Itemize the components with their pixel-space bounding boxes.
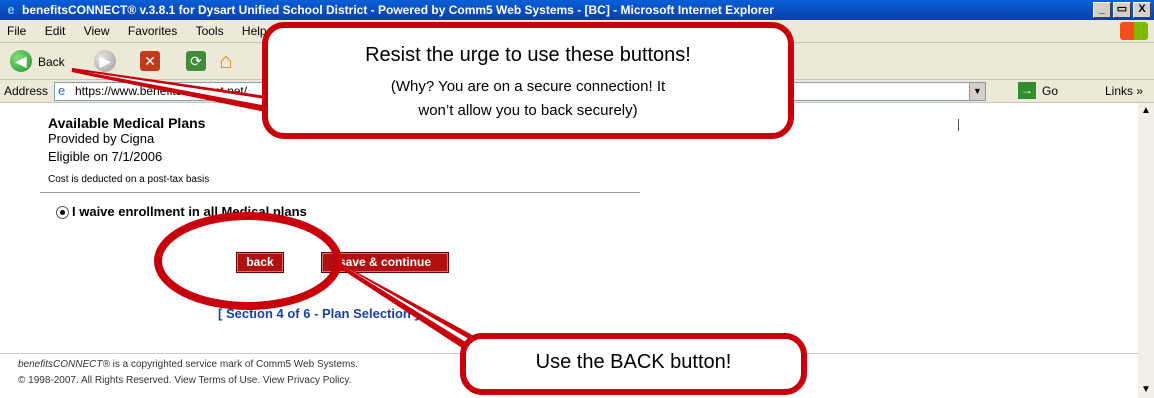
minimize-button[interactable]: _ bbox=[1093, 2, 1111, 18]
links-button[interactable]: Links » bbox=[1105, 84, 1143, 98]
waive-label[interactable]: I waive enrollment in all Medical plans bbox=[72, 204, 307, 219]
window-controls: _ ▭ X bbox=[1093, 2, 1151, 18]
stop-icon[interactable]: ✕ bbox=[140, 51, 160, 71]
go-button[interactable]: Go bbox=[1042, 84, 1058, 98]
window-titlebar: e benefitsCONNECT® v.3.8.1 for Dysart Un… bbox=[0, 0, 1154, 20]
waive-radio[interactable] bbox=[56, 206, 69, 219]
page-favicon-icon: e bbox=[58, 83, 66, 98]
maximize-button[interactable]: ▭ bbox=[1113, 2, 1131, 18]
top-callout-subtext-1: (Why? You are on a secure connection! It bbox=[390, 78, 666, 95]
back-button[interactable]: back bbox=[236, 252, 284, 273]
browser-back-button[interactable]: Back bbox=[38, 55, 65, 69]
cost-note: Cost is deducted on a post-tax basis bbox=[48, 174, 210, 185]
plans-heading: Available Medical Plans bbox=[48, 115, 206, 131]
top-callout: Resist the urge to use these buttons! (W… bbox=[262, 22, 794, 139]
close-button[interactable]: X bbox=[1133, 2, 1151, 18]
menu-tools[interactable]: Tools bbox=[189, 20, 232, 38]
top-callout-main-text: Resist the urge to use these buttons! bbox=[365, 44, 691, 66]
section-divider bbox=[40, 192, 640, 193]
divider bbox=[958, 119, 959, 131]
window-title: benefitsCONNECT® v.3.8.1 for Dysart Unif… bbox=[22, 3, 774, 17]
menu-favorites[interactable]: Favorites bbox=[121, 20, 185, 38]
go-arrow-icon[interactable]: → bbox=[1018, 82, 1036, 99]
radio-selected-dot bbox=[60, 210, 65, 215]
footer-brand: benefitsCONNECT® bbox=[18, 359, 110, 370]
section-indicator: [ Section 4 of 6 - Plan Selection ] bbox=[218, 306, 419, 321]
home-icon[interactable]: ⌂ bbox=[214, 49, 238, 73]
footer-links-line[interactable]: © 1998-2007. All Rights Reserved. View T… bbox=[18, 375, 351, 386]
menu-file[interactable]: File bbox=[0, 20, 34, 38]
refresh-icon[interactable]: ⟳ bbox=[186, 51, 206, 71]
footer-copyright-line: benefitsCONNECT® is a copyrighted servic… bbox=[18, 359, 358, 370]
internet-explorer-icon: e bbox=[7, 2, 15, 17]
address-url[interactable]: https://www.benefitsconnect.net/ bbox=[75, 84, 247, 98]
provider-text: Provided by Cigna bbox=[48, 131, 155, 146]
scroll-down-icon[interactable]: ▼ bbox=[1138, 382, 1154, 398]
eligible-text: Eligible on 7/1/2006 bbox=[48, 149, 163, 164]
menu-edit[interactable]: Edit bbox=[38, 20, 74, 38]
address-dropdown-icon[interactable]: ▼ bbox=[969, 83, 985, 100]
bottom-callout: Use the BACK button! bbox=[460, 333, 807, 395]
save-continue-button[interactable]: save & continue bbox=[321, 252, 449, 273]
windows-logo-icon bbox=[1120, 22, 1148, 40]
vertical-scrollbar[interactable]: ▲ ▼ bbox=[1138, 103, 1154, 398]
back-arrow-icon[interactable]: ◀ bbox=[10, 50, 32, 72]
scroll-up-icon[interactable]: ▲ bbox=[1138, 103, 1154, 119]
bottom-callout-text: Use the BACK button! bbox=[535, 351, 732, 373]
forward-arrow-icon[interactable]: ▶ bbox=[94, 50, 116, 72]
address-label: Address bbox=[4, 84, 49, 98]
footer-line1: is a copyrighted service mark of Comm5 W… bbox=[112, 359, 359, 370]
menu-view[interactable]: View bbox=[77, 20, 118, 38]
top-callout-subtext-2: won’t allow you to back securely) bbox=[418, 102, 638, 119]
